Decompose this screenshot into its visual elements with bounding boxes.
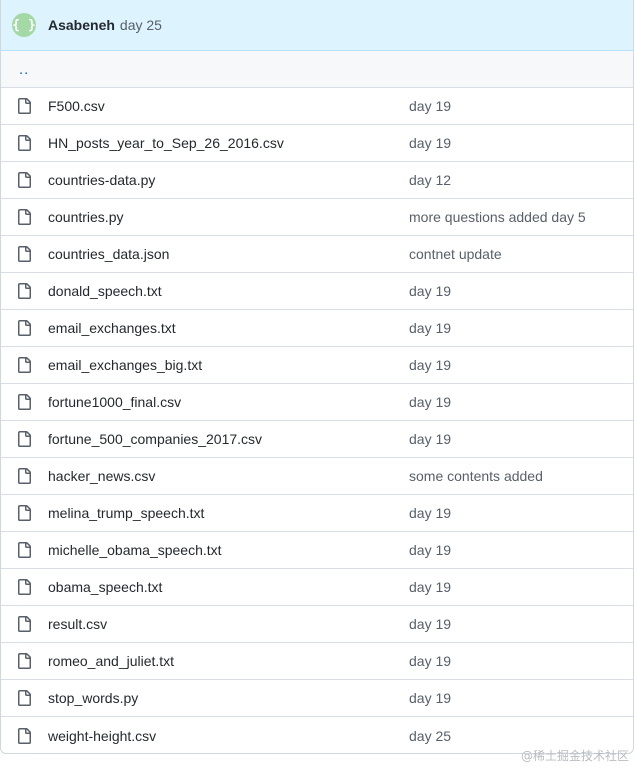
file-name-link[interactable]: countries_data.json — [48, 246, 409, 262]
file-icon — [16, 209, 32, 225]
file-icon — [16, 727, 32, 744]
file-row: email_exchanges.txt day 19 — [1, 310, 633, 347]
commit-message-link[interactable]: day 12 — [409, 172, 451, 188]
file-browser: { } Asabeneh day 25 .. F500.csv day 19 HN_… — [0, 0, 634, 754]
file-name-link[interactable]: michelle_obama_speech.txt — [48, 542, 409, 558]
avatar[interactable]: { } — [12, 13, 36, 37]
file-icon — [16, 98, 32, 114]
file-row: hacker_news.csv some contents added — [1, 458, 633, 495]
commit-message-link[interactable]: day 19 — [409, 542, 451, 558]
commit-message-link[interactable]: day 19 — [409, 690, 451, 706]
file-row: donald_speech.txt day 19 — [1, 273, 633, 310]
file-name-link[interactable]: obama_speech.txt — [48, 579, 409, 595]
file-row: obama_speech.txt day 19 — [1, 569, 633, 606]
file-row: countries.py more questions added day 5 — [1, 199, 633, 236]
file-row: F500.csv day 19 — [1, 88, 633, 125]
commit-message-link[interactable]: day 19 — [409, 394, 451, 410]
file-icon — [16, 505, 32, 521]
file-row: email_exchanges_big.txt day 19 — [1, 347, 633, 384]
file-icon — [16, 579, 32, 595]
commit-message-link[interactable]: day 19 — [409, 135, 451, 151]
file-name-link[interactable]: result.csv — [48, 616, 409, 632]
file-name-link[interactable]: email_exchanges.txt — [48, 320, 409, 336]
commit-message-link[interactable]: day 19 — [409, 357, 451, 373]
file-icon — [16, 653, 32, 669]
file-icon — [16, 394, 32, 410]
commit-message-link[interactable]: day 19 — [409, 320, 451, 336]
latest-commit-bar: { } Asabeneh day 25 — [1, 0, 633, 51]
commit-message-link[interactable]: day 19 — [409, 653, 451, 669]
file-name-link[interactable]: countries.py — [48, 209, 409, 225]
file-icon — [16, 431, 32, 447]
file-name-link[interactable]: melina_trump_speech.txt — [48, 505, 409, 521]
file-icon — [16, 320, 32, 336]
watermark: @稀土掘金技术社区 — [520, 749, 629, 763]
commit-message-link[interactable]: day 19 — [409, 616, 451, 632]
file-icon — [16, 283, 32, 299]
commit-message-link[interactable]: day 25 — [409, 728, 451, 744]
file-name-link[interactable]: countries-data.py — [48, 172, 409, 188]
file-row: result.csv day 19 — [1, 606, 633, 643]
file-name-link[interactable]: F500.csv — [48, 98, 409, 114]
commit-message-link[interactable]: contnet update — [409, 246, 502, 262]
file-row: fortune_500_companies_2017.csv day 19 — [1, 421, 633, 458]
file-icon — [16, 135, 32, 151]
file-row: romeo_and_juliet.txt day 19 — [1, 643, 633, 680]
commit-message-link[interactable]: day 19 — [409, 505, 451, 521]
file-icon — [16, 172, 32, 188]
commit-author[interactable]: Asabeneh — [48, 17, 115, 33]
commit-message-link[interactable]: day 19 — [409, 579, 451, 595]
commit-message-link[interactable]: day 19 — [409, 283, 451, 299]
commit-message-link[interactable]: more questions added day 5 — [409, 209, 586, 225]
commit-message-link[interactable]: day 19 — [409, 98, 451, 114]
file-name-link[interactable]: email_exchanges_big.txt — [48, 357, 409, 373]
file-name-link[interactable]: romeo_and_juliet.txt — [48, 653, 409, 669]
file-name-link[interactable]: fortune1000_final.csv — [48, 394, 409, 410]
file-icon — [16, 468, 32, 484]
file-name-link[interactable]: fortune_500_companies_2017.csv — [48, 431, 409, 447]
file-icon — [16, 246, 32, 262]
file-icon — [16, 542, 32, 558]
file-row: countries-data.py day 12 — [1, 162, 633, 199]
commit-message[interactable]: day 25 — [120, 17, 162, 33]
file-name-link[interactable]: hacker_news.csv — [48, 468, 409, 484]
file-row: stop_words.py day 19 — [1, 680, 633, 717]
file-icon — [16, 616, 32, 632]
file-row: HN_posts_year_to_Sep_26_2016.csv day 19 — [1, 125, 633, 162]
file-icon — [16, 357, 32, 373]
file-name-link[interactable]: stop_words.py — [48, 690, 409, 706]
file-name-link[interactable]: donald_speech.txt — [48, 283, 409, 299]
file-row: michelle_obama_speech.txt day 19 — [1, 532, 633, 569]
parent-directory-link[interactable]: .. — [1, 51, 633, 88]
file-row: fortune1000_final.csv day 19 — [1, 384, 633, 421]
file-name-link[interactable]: HN_posts_year_to_Sep_26_2016.csv — [48, 135, 409, 151]
commit-message-link[interactable]: some contents added — [409, 468, 543, 484]
file-list: F500.csv day 19 HN_posts_year_to_Sep_26_20… — [1, 88, 633, 753]
file-icon — [16, 690, 32, 706]
file-row: melina_trump_speech.txt day 19 — [1, 495, 633, 532]
file-row: countries_data.json contnet update — [1, 236, 633, 273]
commit-message-link[interactable]: day 19 — [409, 431, 451, 447]
file-name-link[interactable]: weight-height.csv — [48, 728, 409, 744]
